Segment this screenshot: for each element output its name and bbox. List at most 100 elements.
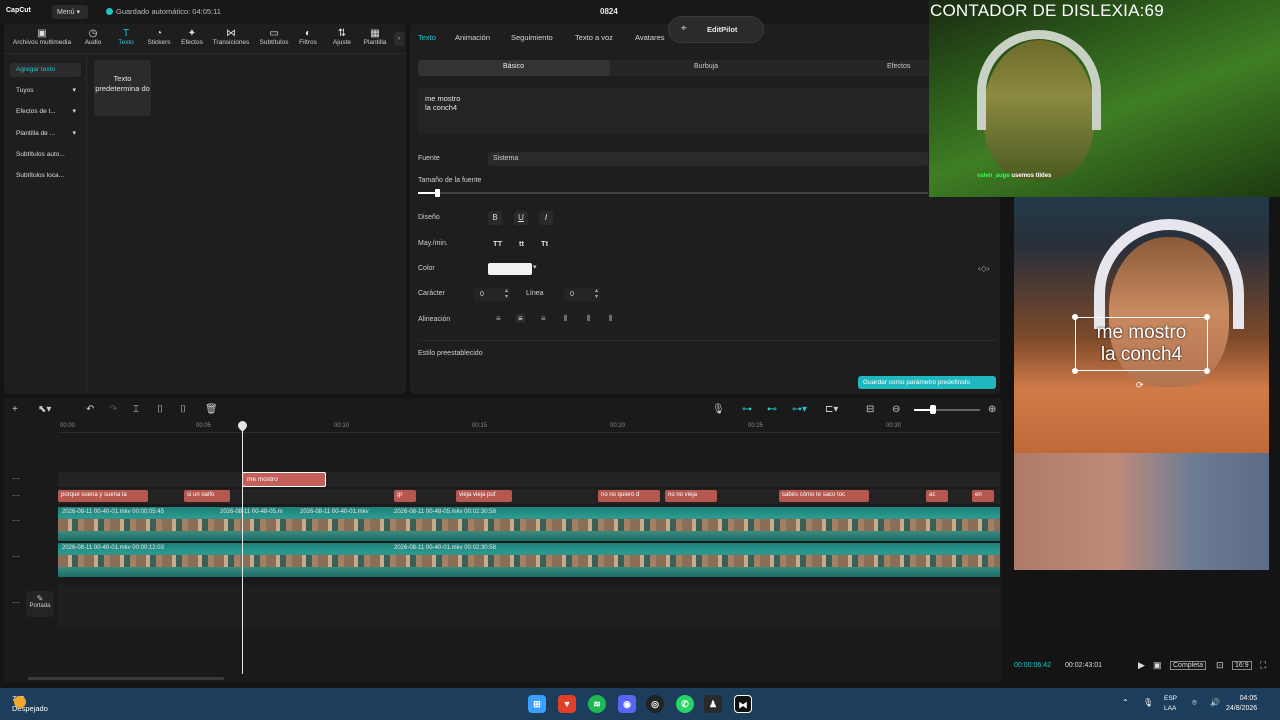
- track-menu-icon[interactable]: ⋯: [12, 516, 20, 525]
- start-icon[interactable]: ⊞: [528, 695, 546, 713]
- fit-icon[interactable]: ⊟: [866, 404, 874, 415]
- zoom-in-icon[interactable]: ⊕: [988, 404, 996, 415]
- obs-icon[interactable]: ◎: [646, 695, 664, 713]
- track-menu-icon[interactable]: ⋯: [12, 598, 20, 607]
- align-left-icon[interactable]: ≡: [496, 314, 501, 323]
- snap-icon[interactable]: ⊷: [767, 404, 777, 415]
- track-menu-icon[interactable]: ⋯: [12, 474, 20, 483]
- tool-transitions[interactable]: ⋈ Transiciones: [210, 28, 252, 46]
- text-clip[interactable]: no no quiero d: [598, 490, 660, 502]
- text-content-input[interactable]: me mostro la conch4: [418, 88, 996, 134]
- undo-icon[interactable]: ↶: [86, 404, 94, 415]
- chevron-down-icon[interactable]: ▾: [533, 263, 537, 271]
- tool-subtitles[interactable]: ▭ Subtítulos: [256, 28, 292, 46]
- text-clip[interactable]: ac: [926, 490, 948, 502]
- align-right-icon[interactable]: ≡: [541, 314, 546, 323]
- text-clip[interactable]: en: [972, 490, 994, 502]
- resize-handle[interactable]: [1204, 368, 1210, 374]
- toolbar-next-icon[interactable]: ›: [394, 32, 404, 46]
- sidebar-item-local-subtitles[interactable]: Subtítulos loca...: [10, 169, 81, 183]
- spotify-icon[interactable]: ≋: [588, 695, 606, 713]
- timeline-scrollbar[interactable]: [28, 677, 224, 680]
- track-menu-icon[interactable]: ⋯: [12, 491, 20, 500]
- vertical-align-center-icon[interactable]: ⫴: [587, 314, 590, 324]
- split-left-icon[interactable]: ⌷: [157, 404, 163, 415]
- subtab-effects[interactable]: Efectos: [887, 63, 910, 70]
- network-icon[interactable]: ⌾: [1192, 698, 1197, 708]
- zoom-slider-handle[interactable]: [930, 405, 936, 414]
- editpilot-button[interactable]: ⌖ EditPilot: [668, 16, 764, 43]
- tool-filters[interactable]: ◐ Filtros: [296, 28, 320, 46]
- select-tool-icon[interactable]: ⬉▾: [38, 404, 51, 415]
- text-clip[interactable]: porque suena y suena la: [58, 490, 148, 502]
- video-track-2[interactable]: [58, 543, 1000, 577]
- add-track-icon[interactable]: +: [12, 404, 18, 415]
- split-icon[interactable]: ⌶: [133, 404, 139, 415]
- sidebar-item-templates[interactable]: Plantilla de ... ▾: [10, 127, 81, 141]
- selected-text-clip[interactable]: me mostro: [242, 472, 326, 487]
- font-select[interactable]: Sistema: [488, 152, 928, 166]
- tab-text-to-speech[interactable]: Texto a voz: [575, 33, 613, 42]
- vertical-align-top-icon[interactable]: ⫴: [564, 314, 567, 324]
- tab-tracking[interactable]: Seguimiento: [511, 33, 553, 42]
- tab-text[interactable]: Texto: [418, 33, 436, 42]
- tab-animation[interactable]: Animación: [455, 33, 490, 42]
- delete-icon[interactable]: 🗑: [205, 404, 218, 415]
- keyframe-icon[interactable]: ‹◇›: [978, 264, 989, 273]
- text-clip[interactable]: vieja vieja puf: [456, 490, 512, 502]
- preview-axis-icon[interactable]: ⊏▾: [825, 404, 838, 415]
- brave-icon[interactable]: ▼: [558, 695, 576, 713]
- text-clip[interactable]: no no vieja: [665, 490, 717, 502]
- play-icon[interactable]: ▶: [1138, 660, 1145, 671]
- default-text-card[interactable]: Texto predetermina do: [94, 60, 151, 116]
- tool-template[interactable]: ▦ Plantilla: [360, 28, 390, 46]
- vertical-align-bottom-icon[interactable]: ⫴: [609, 314, 612, 324]
- microphone-icon[interactable]: 🎙: [712, 404, 725, 415]
- titlecase-button[interactable]: Tt: [541, 239, 548, 248]
- text-clip[interactable]: sabés cómo te saco toc: [779, 490, 869, 502]
- lowercase-button[interactable]: tt: [519, 239, 524, 248]
- tray-chevron-icon[interactable]: ⌃: [1122, 698, 1129, 707]
- zoom-out-icon[interactable]: ⊖: [892, 404, 900, 415]
- text-clip[interactable]: gr: [394, 490, 416, 502]
- text-clip[interactable]: si un oaifo: [184, 490, 230, 502]
- character-spacing-stepper[interactable]: 0 ▴ ▾: [474, 288, 510, 301]
- uppercase-button[interactable]: TT: [493, 239, 502, 248]
- tab-avatars[interactable]: Avatares: [635, 33, 664, 42]
- tool-text[interactable]: T Texto: [114, 28, 138, 46]
- tool-stickers[interactable]: ◔ Stickers: [144, 28, 174, 46]
- color-picker[interactable]: [488, 263, 532, 275]
- track-menu-icon[interactable]: ⋯: [12, 552, 20, 561]
- whatsapp-icon[interactable]: ✆: [676, 695, 694, 713]
- font-size-slider-handle[interactable]: [435, 189, 440, 197]
- playhead[interactable]: [242, 422, 243, 674]
- redo-icon[interactable]: ↷: [109, 404, 117, 415]
- underline-button[interactable]: U: [514, 211, 528, 225]
- magnet-icon[interactable]: ⊶▾: [792, 404, 807, 415]
- italic-button[interactable]: I: [539, 211, 553, 225]
- snapshot-icon[interactable]: ⊡: [1216, 660, 1224, 671]
- cover-button[interactable]: ✎ Portada: [26, 591, 54, 617]
- crop-icon[interactable]: ▣: [1153, 660, 1162, 671]
- split-right-icon[interactable]: ⌷: [180, 404, 186, 415]
- bold-button[interactable]: B: [488, 211, 502, 225]
- subtab-bubble[interactable]: Burbuja: [694, 63, 718, 70]
- mic-tray-icon[interactable]: 🎙: [1143, 698, 1153, 707]
- link-icon[interactable]: ⊶: [742, 404, 752, 415]
- resize-handle[interactable]: [1072, 314, 1078, 320]
- tool-audio[interactable]: ◷ Audio: [82, 28, 104, 46]
- fullscreen-icon[interactable]: ⛶: [1260, 660, 1266, 671]
- app-icon[interactable]: ♟: [704, 695, 722, 713]
- taskbar-clock[interactable]: 04:05 24/8/2026: [1226, 694, 1257, 714]
- aspect-ratio-select[interactable]: 16:9: [1232, 661, 1252, 670]
- sidebar-item-auto-subtitles[interactable]: Subtítulos auto...: [10, 148, 81, 162]
- rotate-icon[interactable]: ⟳: [1136, 380, 1144, 391]
- video-track-1[interactable]: [58, 507, 1000, 541]
- subtab-basic[interactable]: Básico: [503, 63, 524, 70]
- font-size-slider[interactable]: [418, 192, 928, 194]
- sidebar-item-mine[interactable]: Tuyos ▾: [10, 84, 81, 98]
- sidebar-item-text-effects[interactable]: Efectos de t... ▾: [10, 105, 81, 119]
- text-overlay[interactable]: me mostro la conch4: [1075, 317, 1208, 371]
- resize-handle[interactable]: [1072, 368, 1078, 374]
- tool-effects[interactable]: ✦ Efectos: [178, 28, 206, 46]
